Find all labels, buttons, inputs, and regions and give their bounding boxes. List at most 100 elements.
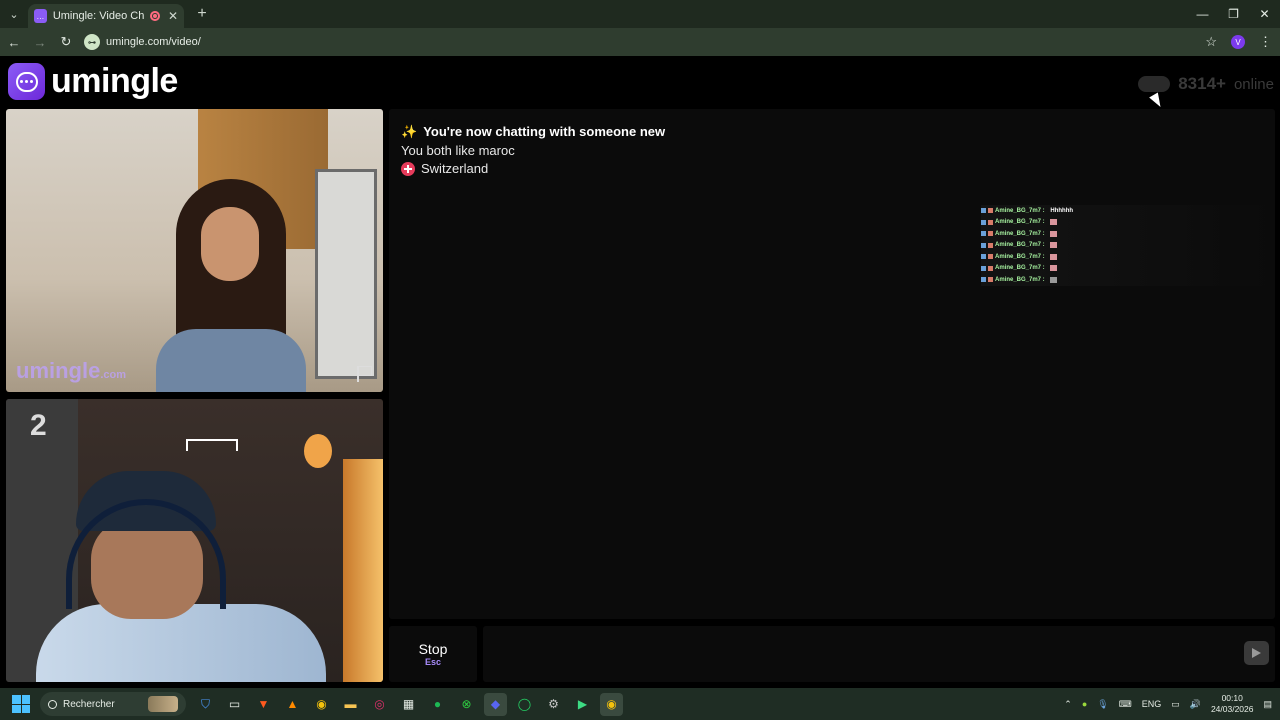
chat-bubble-logo-icon [8, 63, 45, 100]
keyboard-icon[interactable]: ⌨ [1119, 699, 1132, 710]
volume-icon[interactable]: 🔊 [1190, 699, 1201, 710]
recording-icon [150, 11, 160, 21]
chrome-icon[interactable]: ◉ [310, 693, 333, 716]
microsoft-store-icon[interactable]: ▦ [397, 693, 420, 716]
chrome-active-icon[interactable]: ◉ [600, 692, 623, 716]
overlay-row: Amine_BG_7m7 : [981, 262, 1275, 274]
browser-tab-bar: ⌄ … Umingle: Video Chat with S ✕ + — ❐ ✕ [0, 0, 1280, 28]
windows-start-icon[interactable] [12, 695, 30, 713]
site-info-icon[interactable]: ⊶ [84, 34, 100, 50]
logo-text: umingle [51, 62, 178, 100]
language-indicator[interactable]: ENG [1142, 699, 1162, 709]
stop-label: Stop [418, 641, 448, 657]
tab-search-button[interactable]: ⌄ [0, 0, 28, 28]
back-button[interactable]: ← [2, 28, 26, 56]
stranger-person [156, 179, 306, 392]
reload-button[interactable]: ↻ [54, 28, 78, 56]
tab-title: Umingle: Video Chat with S [52, 10, 145, 22]
overlay-row: Amine_BG_7m7 : [981, 216, 1275, 228]
system-tray: ⌃ ● 🎙 ⌨ ENG ▭ 🔊 00:10 24/03/2026 ▤ [1064, 688, 1272, 720]
url-text: umingle.com/video/ [106, 36, 201, 48]
new-tab-button[interactable]: + [190, 5, 214, 23]
address-bar[interactable]: ⊶ umingle.com/video/ [84, 34, 201, 50]
taskbar-search[interactable]: Rechercher [40, 692, 186, 716]
overlay-row: Amine_BG_7m7 : [981, 228, 1275, 240]
close-tab-icon[interactable]: ✕ [168, 9, 178, 23]
browser-tab-umingle[interactable]: … Umingle: Video Chat with S ✕ [28, 4, 184, 28]
umingle-watermark: umingle.com [16, 358, 127, 383]
microphone-icon[interactable]: 🎙 [1097, 699, 1108, 710]
browser-toolbar: ← → ↻ ⊶ umingle.com/video/ ☆ V ⋮ [0, 28, 1280, 56]
close-icon[interactable]: ✕ [1249, 0, 1280, 28]
site-header: umingle 8314+ online [0, 56, 1280, 108]
task-view-icon[interactable]: ▭ [223, 693, 246, 716]
stop-button[interactable]: Stop Esc [389, 626, 477, 682]
whatsapp-icon[interactable]: ◯ [513, 693, 536, 716]
clock-date: 24/03/2026 [1210, 704, 1254, 714]
stop-shortcut: Esc [424, 657, 441, 667]
self-video: 2 [6, 399, 383, 682]
maximize-icon[interactable]: ❐ [1218, 0, 1249, 28]
report-flag-icon[interactable] [357, 366, 373, 382]
swiss-flag-icon [401, 162, 415, 177]
forward-arrow-icon: → [33, 34, 47, 50]
overlay-row: Amine_BG_7m7 : Hhhhhh [981, 205, 1275, 217]
chevron-up-icon[interactable]: ⌃ [1064, 699, 1072, 710]
browser-menu-icon[interactable]: ⋮ [1259, 34, 1272, 50]
vlc-icon[interactable]: ▲ [281, 693, 304, 716]
overlay-row: Amine_BG_7m7 : [981, 274, 1275, 286]
windows-taskbar: Rechercher ⛉ ▭ ▼ ▲ ◉ ▬ ◎ ▦ ● ⊗ ◆ ◯ ⚙ ▶ ◉… [0, 688, 1280, 720]
chevron-down-icon: ⌄ [9, 8, 19, 21]
reload-icon: ↻ [60, 34, 72, 49]
background-door [315, 169, 377, 379]
minimize-icon[interactable]: — [1187, 0, 1218, 28]
online-count: 8314+ [1178, 74, 1226, 93]
security-shield-icon[interactable]: ⛉ [194, 693, 217, 716]
nvidia-icon[interactable]: ● [1082, 699, 1087, 709]
profile-avatar[interactable]: V [1231, 35, 1245, 49]
file-explorer-icon[interactable]: ▬ [339, 693, 362, 716]
send-button[interactable] [1244, 641, 1269, 665]
new-chat-message: You're now chatting with someone new [423, 124, 666, 139]
notification-icon[interactable]: ▤ [1263, 699, 1272, 710]
self-person [36, 459, 326, 682]
emote-icon [1050, 242, 1058, 249]
search-icon [48, 699, 57, 709]
network-icon[interactable]: ▭ [1171, 699, 1180, 710]
online-label: online [1233, 75, 1274, 93]
bookmark-star-icon[interactable]: ☆ [1205, 34, 1217, 50]
umingle-favicon: … [34, 9, 47, 23]
xbox-icon[interactable]: ⊗ [455, 693, 478, 716]
taskbar-clock[interactable]: 00:10 24/03/2026 [1211, 693, 1254, 715]
stream-chat-overlay: Amine_BG_7m7 : Hhhhhh Amine_BG_7m7 : Ami… [981, 205, 1275, 286]
settings-icon[interactable]: ⚙ [542, 693, 565, 716]
floor-lamp [343, 459, 383, 682]
system-messages: ✨ You're now chatting with someone new Yo… [401, 123, 665, 179]
discord-icon[interactable]: ◆ [484, 692, 507, 716]
stranger-video: umingle.com [6, 109, 383, 392]
window-controls: — ❐ ✕ [1187, 0, 1280, 28]
emote-icon [1050, 230, 1058, 237]
common-interest-message: You both like maroc [401, 142, 515, 158]
overlay-row: Amine_BG_7m7 : [981, 251, 1275, 263]
clock-time: 00:10 [1221, 693, 1243, 703]
media-player-icon[interactable]: ▶ [571, 693, 594, 716]
forward-button[interactable]: → [28, 28, 52, 56]
instagram-icon[interactable]: ◎ [368, 693, 391, 716]
sparkle-icon: ✨ [401, 124, 418, 139]
back-arrow-icon: ← [7, 34, 21, 50]
search-highlight-image [148, 696, 178, 712]
chat-panel: ✨ You're now chatting with someone new Yo… [389, 109, 1275, 619]
search-label: Rechercher [63, 698, 115, 710]
message-input[interactable] [483, 626, 1275, 682]
umingle-logo[interactable]: umingle [8, 62, 178, 101]
brave-browser-icon[interactable]: ▼ [252, 693, 275, 716]
country-label: Switzerland [421, 161, 489, 176]
online-indicator: 8314+ online [1138, 74, 1274, 94]
online-toggle[interactable] [1138, 76, 1171, 92]
emote-icon [1050, 219, 1058, 226]
overlay-row: Amine_BG_7m7 : [981, 239, 1275, 251]
neon-light [186, 439, 238, 451]
spotify-icon[interactable]: ● [426, 693, 449, 716]
emote-icon [1050, 276, 1058, 283]
